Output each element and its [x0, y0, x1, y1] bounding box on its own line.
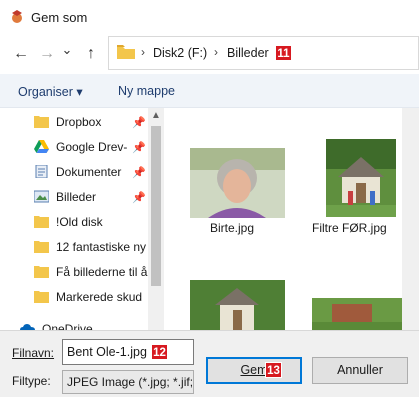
cancel-button[interactable]: Annuller: [312, 357, 408, 384]
step-badge: 11: [275, 45, 292, 61]
filetype-label: Filtype:: [12, 374, 51, 388]
breadcrumb-billeder[interactable]: Billeder: [227, 46, 269, 60]
breadcrumb-separator-icon: ›: [214, 45, 218, 59]
filename-label: Filnavn:: [12, 346, 55, 360]
documents-icon: [35, 165, 48, 178]
window-title: Gem som: [31, 10, 88, 25]
scroll-up-arrow-icon[interactable]: ▲: [151, 110, 161, 121]
sidebar-item-dokumenter[interactable]: Dokumenter 📌: [0, 160, 148, 185]
recent-locations-chevron-icon[interactable]: ⌄: [60, 39, 74, 61]
file-pane: Birte.jpg Filtre FØR.jpg: [164, 108, 419, 330]
file-thumbnail-filtre-foer[interactable]: [326, 139, 396, 217]
up-arrow-icon[interactable]: ↑: [80, 43, 102, 65]
organise-button[interactable]: Organiser ▾: [18, 84, 83, 99]
sidebar-item-label: Få billederne til å: [56, 265, 148, 279]
sidebar-item-label: OneDrive: [42, 322, 93, 330]
file-name-filtre-foer[interactable]: Filtre FØR.jpg: [312, 221, 387, 235]
file-thumbnail-row2-1[interactable]: [190, 280, 285, 330]
sidebar-item-google-drev[interactable]: Google Drev- 📌: [0, 135, 148, 160]
pictures-icon: [34, 190, 49, 203]
step-badge: 13: [265, 362, 282, 378]
file-thumbnail-birte[interactable]: [190, 148, 285, 218]
sidebar-item-billeder[interactable]: Billeder 📌: [0, 185, 148, 210]
file-pane-scrollbar[interactable]: [402, 108, 419, 330]
file-thumbnail-row2-2[interactable]: [312, 298, 407, 330]
toolbar: Organiser ▾ Ny mappe: [0, 74, 419, 108]
address-bar[interactable]: › Disk2 (F:) › Billeder 11: [108, 36, 419, 70]
sidebar-item-old-disk[interactable]: !Old disk: [0, 210, 148, 235]
scrollbar-thumb[interactable]: [151, 126, 161, 286]
folder-icon: [34, 116, 49, 128]
step-badge: 12: [151, 344, 168, 360]
app-icon: [12, 10, 22, 23]
breadcrumb-disk2[interactable]: Disk2 (F:): [153, 46, 207, 60]
forward-arrow-icon[interactable]: →: [36, 43, 58, 65]
sidebar-item-markerede-skud[interactable]: Markerede skud: [0, 285, 148, 310]
folder-icon: [34, 216, 49, 228]
new-folder-button[interactable]: Ny mappe: [118, 84, 175, 98]
back-arrow-icon[interactable]: ←: [10, 43, 32, 65]
filetype-select[interactable]: JPEG Image (*.jpg; *.jif;: [62, 370, 194, 394]
filename-value[interactable]: Bent Ole-1.jpg: [67, 345, 147, 359]
sidebar-item-label: Markerede skud: [56, 290, 143, 304]
sidebar-item-dropbox[interactable]: Dropbox 📌: [0, 110, 148, 135]
save-form: Filnavn: Bent Ole-1.jpg 12 Filtype: JPEG…: [0, 330, 419, 397]
breadcrumb-separator-icon: ›: [141, 45, 145, 59]
sidebar-item-onedrive[interactable]: OneDrive: [0, 317, 134, 330]
save-button[interactable]: Gem: [206, 357, 302, 384]
title-bar: Gem som: [0, 0, 419, 34]
filename-input[interactable]: Bent Ole-1.jpg: [62, 339, 194, 365]
filetype-value: JPEG Image (*.jpg; *.jif;: [67, 375, 194, 389]
file-name-birte[interactable]: Birte.jpg: [210, 221, 254, 235]
pin-icon[interactable]: 📌: [132, 166, 146, 179]
sidebar-item-label: 12 fantastiske ny: [56, 240, 147, 254]
folder-icon: [34, 266, 49, 278]
folder-icon: [34, 241, 49, 253]
onedrive-cloud-icon: [20, 324, 35, 330]
sidebar-scrollbar[interactable]: ▲: [148, 108, 164, 330]
folder-icon: [34, 291, 49, 303]
sidebar-item-12-fantastiske[interactable]: 12 fantastiske ny: [0, 235, 148, 260]
folder-icon: [117, 45, 135, 59]
pin-icon[interactable]: 📌: [132, 191, 146, 204]
google-drive-icon: [34, 140, 49, 153]
pin-icon[interactable]: 📌: [132, 116, 146, 129]
sidebar-item-label: !Old disk: [56, 215, 103, 229]
pin-icon[interactable]: 📌: [132, 141, 146, 154]
save-button-label: Gem: [240, 363, 268, 377]
sidebar-item-faa-billederne[interactable]: Få billederne til å: [0, 260, 148, 285]
navigation-pane: Dropbox 📌 Google Drev- 📌 Dokumenter 📌 Bi…: [0, 108, 164, 330]
